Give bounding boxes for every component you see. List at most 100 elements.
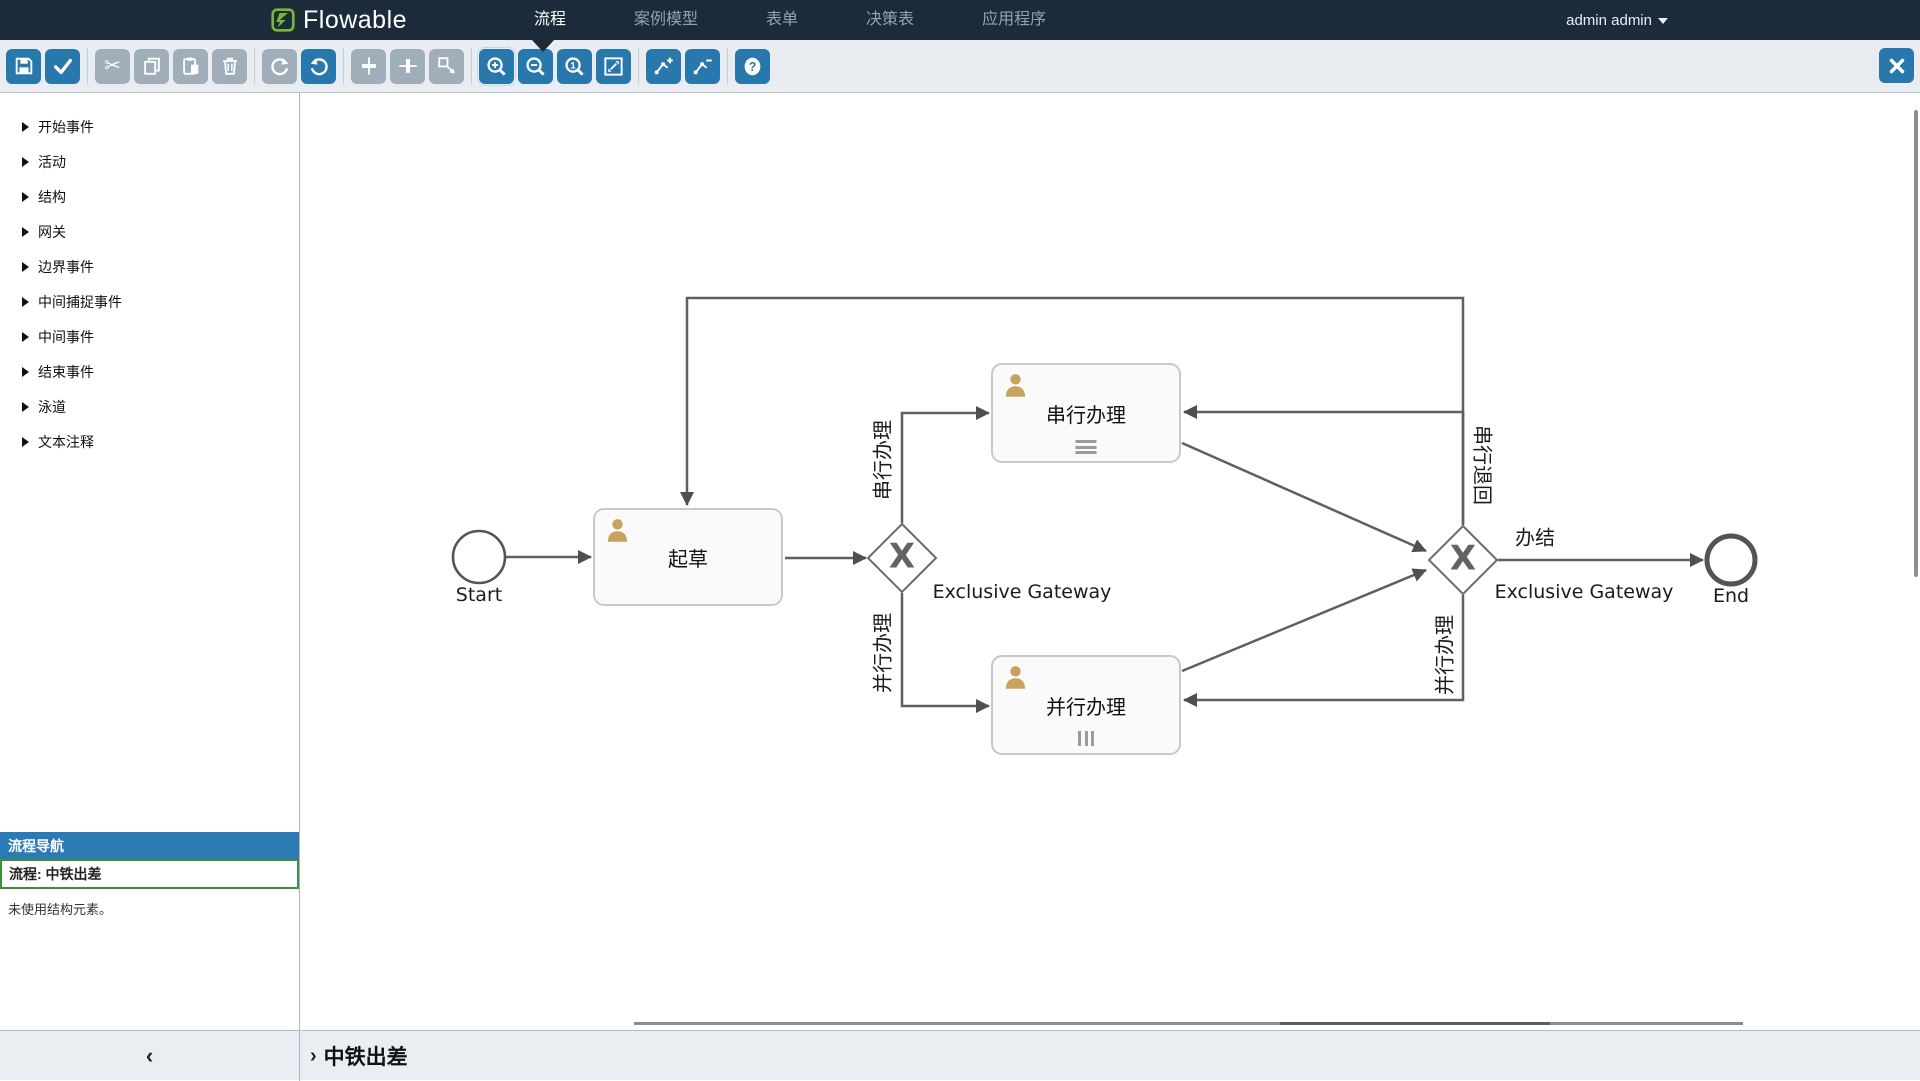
chevron-right-icon: [22, 227, 29, 237]
toolbar-separator: [343, 48, 344, 84]
gateway1-label: Exclusive Gateway: [933, 581, 1112, 603]
palette-group-label: 边界事件: [38, 257, 94, 277]
save-button[interactable]: [6, 49, 41, 84]
help-button[interactable]: ?: [735, 49, 770, 84]
align-vertical-button[interactable]: [351, 49, 386, 84]
navigator-empty-note: 未使用结构元素。: [0, 889, 299, 918]
paste-button[interactable]: [173, 49, 208, 84]
collapse-palette-button[interactable]: ‹: [146, 1045, 153, 1067]
undo-icon: [308, 55, 330, 77]
validate-button[interactable]: [45, 49, 80, 84]
palette-group-activities[interactable]: 活动: [0, 144, 299, 179]
close-editor-button[interactable]: [1879, 48, 1914, 83]
edge-label-serial-flow: 串行办理: [867, 420, 896, 500]
flow-serial-to-gateway2[interactable]: [1182, 443, 1426, 551]
align-horizontal-icon: [397, 55, 419, 77]
user-name: admin admin: [1566, 12, 1652, 29]
flowable-brand[interactable]: Flowable: [270, 0, 407, 40]
flow-gateway1-to-parallel[interactable]: [902, 593, 989, 706]
add-bendpoint-button[interactable]: [646, 49, 681, 84]
edge-label-parallel-flow: 并行办理: [867, 613, 896, 693]
flowable-logo-icon: [270, 7, 296, 33]
check-icon: [52, 55, 74, 77]
flow-gateway2-back-to-parallel[interactable]: [1184, 595, 1463, 700]
user-task-serial[interactable]: 串行办理: [991, 363, 1181, 463]
flow-gateway2-back-to-serial[interactable]: [1184, 412, 1463, 525]
end-event-circle[interactable]: [1707, 536, 1755, 584]
undo-button[interactable]: [301, 49, 336, 84]
align-horizontal-button[interactable]: [390, 49, 425, 84]
active-tab-pointer: [532, 40, 554, 52]
chevron-right-icon: [22, 297, 29, 307]
caret-down-icon: [1658, 18, 1668, 24]
zoom-out-button[interactable]: [518, 49, 553, 84]
palette-group-label: 泳道: [38, 397, 66, 417]
palette-group-intermediate-catching-events[interactable]: 中间捕捉事件: [0, 284, 299, 319]
diagram-edges-layer: [300, 93, 1920, 1030]
same-size-icon: [436, 55, 458, 77]
tab-apps[interactable]: 应用程序: [948, 0, 1080, 40]
palette-group-structural[interactable]: 结构: [0, 179, 299, 214]
parallel-multiinstance-icon: [1078, 731, 1094, 746]
toolbar-separator: [471, 48, 472, 84]
palette-group-text-annotation[interactable]: 文本注释: [0, 424, 299, 459]
gateway1-x-marker[interactable]: X: [889, 536, 915, 576]
redo-button[interactable]: [262, 49, 297, 84]
remove-bendpoint-icon: [692, 55, 714, 77]
user-icon: [1002, 372, 1029, 399]
zoom-fit-button[interactable]: [596, 49, 631, 84]
diagram-canvas[interactable]: X X 起草 串行办理 并行办理 Start End Exclusive Gat…: [300, 93, 1920, 1030]
add-bendpoint-icon: [653, 55, 675, 77]
chevron-right-icon: [22, 332, 29, 342]
start-event-circle[interactable]: [453, 531, 505, 583]
align-vertical-icon: [358, 55, 380, 77]
tab-case-models[interactable]: 案例模型: [600, 0, 732, 40]
flow-gateway1-to-serial[interactable]: [902, 413, 989, 523]
chevron-right-icon: [22, 192, 29, 202]
trash-icon: [219, 55, 241, 77]
process-title: 中铁出差: [324, 1041, 408, 1071]
remove-bendpoint-button[interactable]: [685, 49, 720, 84]
scissors-icon: ✂: [104, 56, 121, 76]
palette-list: 开始事件 活动 结构 网关 边界事件 中间捕捉事件 中间事件 结束事件 泳道: [0, 93, 299, 459]
tab-forms[interactable]: 表单: [732, 0, 832, 40]
gateway2-x-marker[interactable]: X: [1450, 538, 1476, 578]
palette-group-boundary-events[interactable]: 边界事件: [0, 249, 299, 284]
zoom-actual-button[interactable]: 1: [557, 49, 592, 84]
chevron-right-icon: [22, 402, 29, 412]
palette-group-label: 活动: [38, 152, 66, 172]
palette-group-label: 结束事件: [38, 362, 94, 382]
task-label: 并行办理: [1046, 691, 1126, 720]
zoom-in-icon: [485, 55, 508, 78]
flow-parallel-to-gateway2[interactable]: [1182, 570, 1426, 671]
cut-button[interactable]: ✂: [95, 49, 130, 84]
same-size-button[interactable]: [429, 49, 464, 84]
palette-group-gateways[interactable]: 网关: [0, 214, 299, 249]
help-icon: ?: [741, 55, 764, 78]
toolbar-separator: [254, 48, 255, 84]
toolbar-separator: [87, 48, 88, 84]
user-task-parallel[interactable]: 并行办理: [991, 655, 1181, 755]
copy-icon: [141, 55, 163, 77]
tab-processes[interactable]: 流程: [500, 0, 600, 40]
canvas-vertical-scrollbar[interactable]: [1914, 110, 1918, 577]
copy-button[interactable]: [134, 49, 169, 84]
shape-palette: 开始事件 活动 结构 网关 边界事件 中间捕捉事件 中间事件 结束事件 泳道: [0, 93, 300, 1030]
canvas-horizontal-scrollbar[interactable]: [634, 1022, 1743, 1025]
palette-group-end-events[interactable]: 结束事件: [0, 354, 299, 389]
close-icon: [1886, 55, 1908, 77]
palette-group-intermediate-events[interactable]: 中间事件: [0, 319, 299, 354]
redo-icon: [269, 55, 291, 77]
tab-decision-tables[interactable]: 决策表: [832, 0, 948, 40]
delete-button[interactable]: [212, 49, 247, 84]
gateway2-label: Exclusive Gateway: [1495, 581, 1674, 603]
user-menu[interactable]: admin admin: [1566, 0, 1668, 40]
palette-group-label: 开始事件: [38, 117, 94, 137]
user-task-draft[interactable]: 起草: [593, 508, 783, 606]
palette-group-swimlanes[interactable]: 泳道: [0, 389, 299, 424]
zoom-fit-icon: [602, 55, 625, 78]
zoom-in-button[interactable]: [479, 49, 514, 84]
palette-group-start-events[interactable]: 开始事件: [0, 109, 299, 144]
navigator-selected-process[interactable]: 流程: 中铁出差: [0, 859, 299, 889]
palette-group-label: 中间捕捉事件: [38, 292, 122, 312]
